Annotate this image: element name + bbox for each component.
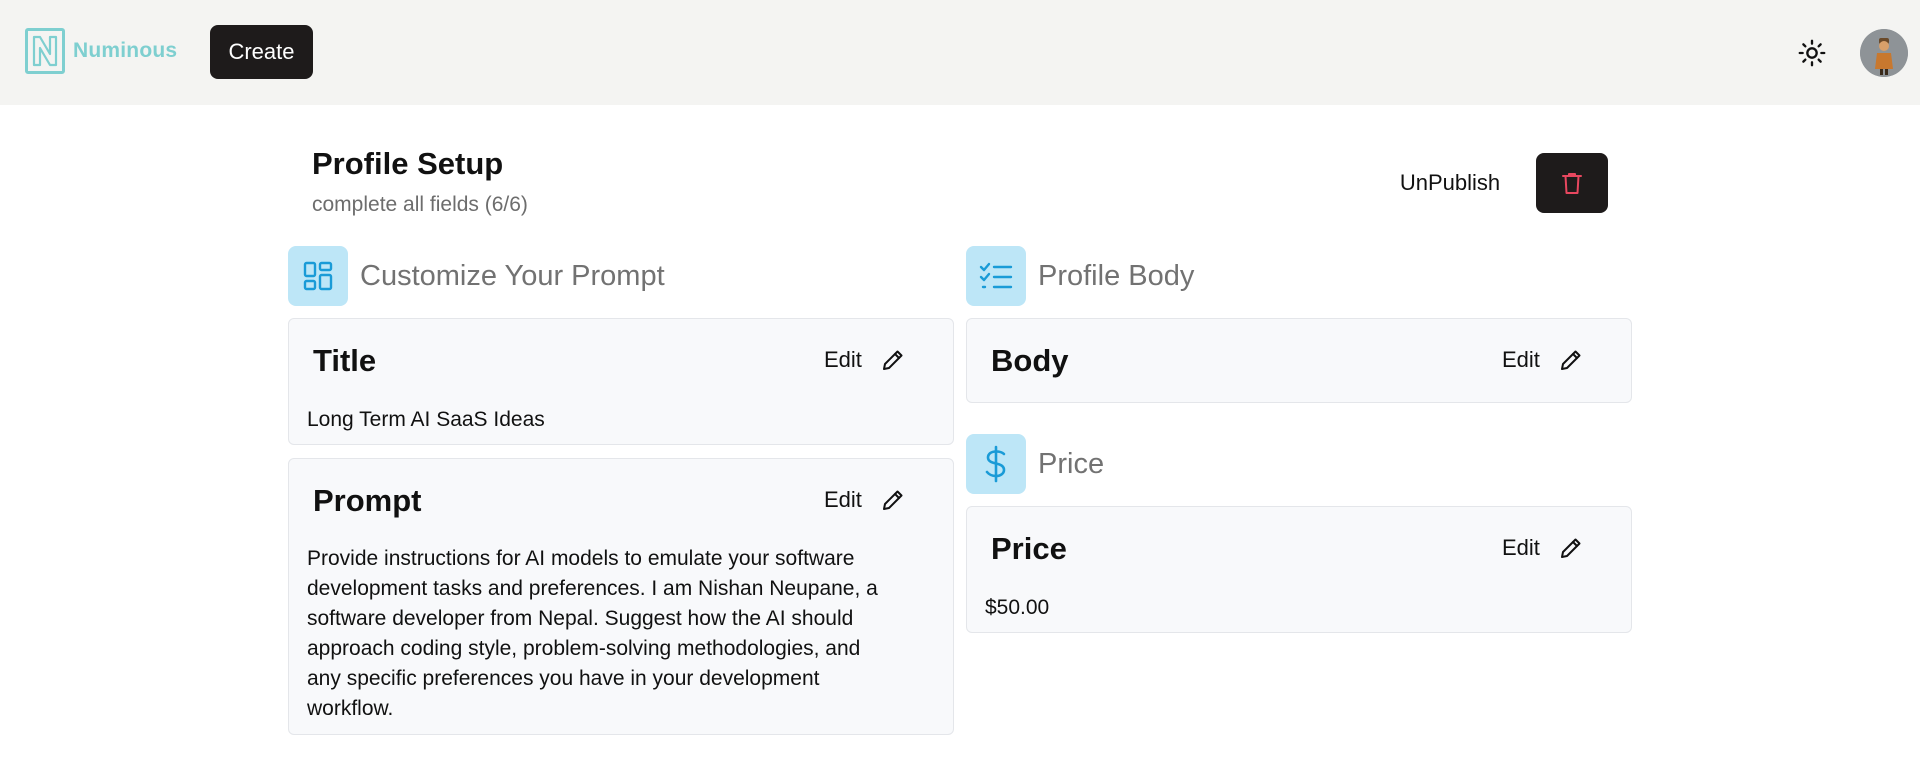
brand-logo-link[interactable]: Numinous [25, 28, 177, 74]
section-profile-body: Profile Body [966, 246, 1194, 306]
unpublish-button[interactable]: UnPublish [1380, 165, 1520, 201]
price-card: Price Edit $50.00 [966, 506, 1632, 633]
title-card: Title Edit Long Term AI SaaS Ideas [288, 318, 954, 445]
section-label: Price [1038, 447, 1105, 480]
page-title: Profile Setup [312, 146, 504, 181]
edit-body-button[interactable]: Edit [1502, 347, 1584, 373]
body-card: Body Edit [966, 318, 1632, 403]
section-label: Profile Body [1038, 259, 1195, 292]
prompt-line: approach coding style, problem-solving m… [307, 637, 861, 660]
section-price: Price [966, 434, 1104, 494]
sun-icon [1798, 39, 1826, 67]
prompt-line: software developer from Nepal. Suggest h… [307, 607, 854, 630]
prompt-line: workflow. [307, 697, 394, 720]
section-label: Customize Your Prompt [360, 259, 665, 292]
checklist-icon [966, 246, 1026, 306]
card-heading: Price [991, 531, 1067, 566]
prompt-line: Provide instructions for AI models to em… [307, 547, 855, 570]
edit-price-button[interactable]: Edit [1502, 535, 1584, 561]
card-heading: Body [991, 343, 1069, 378]
theme-toggle-button[interactable] [1797, 38, 1827, 68]
top-navbar: Numinous Create [0, 0, 1920, 105]
edit-label: Edit [824, 487, 862, 512]
price-value: $50.00 [985, 596, 1050, 619]
pencil-icon [1558, 535, 1584, 561]
dollar-icon [966, 434, 1026, 494]
prompt-card: Prompt Edit Provide instructions for AI … [288, 458, 954, 735]
edit-label: Edit [824, 347, 862, 372]
brand-name: Numinous [73, 39, 178, 62]
prompt-line: development tasks and preferences. I am … [307, 577, 878, 600]
pencil-icon [880, 347, 906, 373]
create-button[interactable]: Create [210, 25, 313, 79]
card-heading: Title [313, 343, 377, 378]
user-avatar[interactable] [1860, 29, 1908, 77]
pencil-icon [880, 487, 906, 513]
delete-button[interactable] [1536, 153, 1608, 213]
dashboard-grid-icon [288, 246, 348, 306]
edit-label: Edit [1502, 535, 1540, 560]
section-customize-prompt: Customize Your Prompt [288, 246, 665, 306]
edit-label: Edit [1502, 347, 1540, 372]
edit-title-button[interactable]: Edit [824, 347, 906, 373]
prompt-text: Provide instructions for AI models to em… [307, 544, 878, 724]
prompt-line: any specific preferences you have in you… [307, 667, 820, 690]
page-subtitle: complete all fields (6/6) [312, 193, 528, 216]
numinous-logo-icon [25, 28, 65, 74]
card-heading: Prompt [313, 483, 422, 518]
pencil-icon [1558, 347, 1584, 373]
edit-prompt-button[interactable]: Edit [824, 487, 906, 513]
trash-icon [1562, 173, 1582, 194]
title-value: Long Term AI SaaS Ideas [307, 408, 545, 431]
